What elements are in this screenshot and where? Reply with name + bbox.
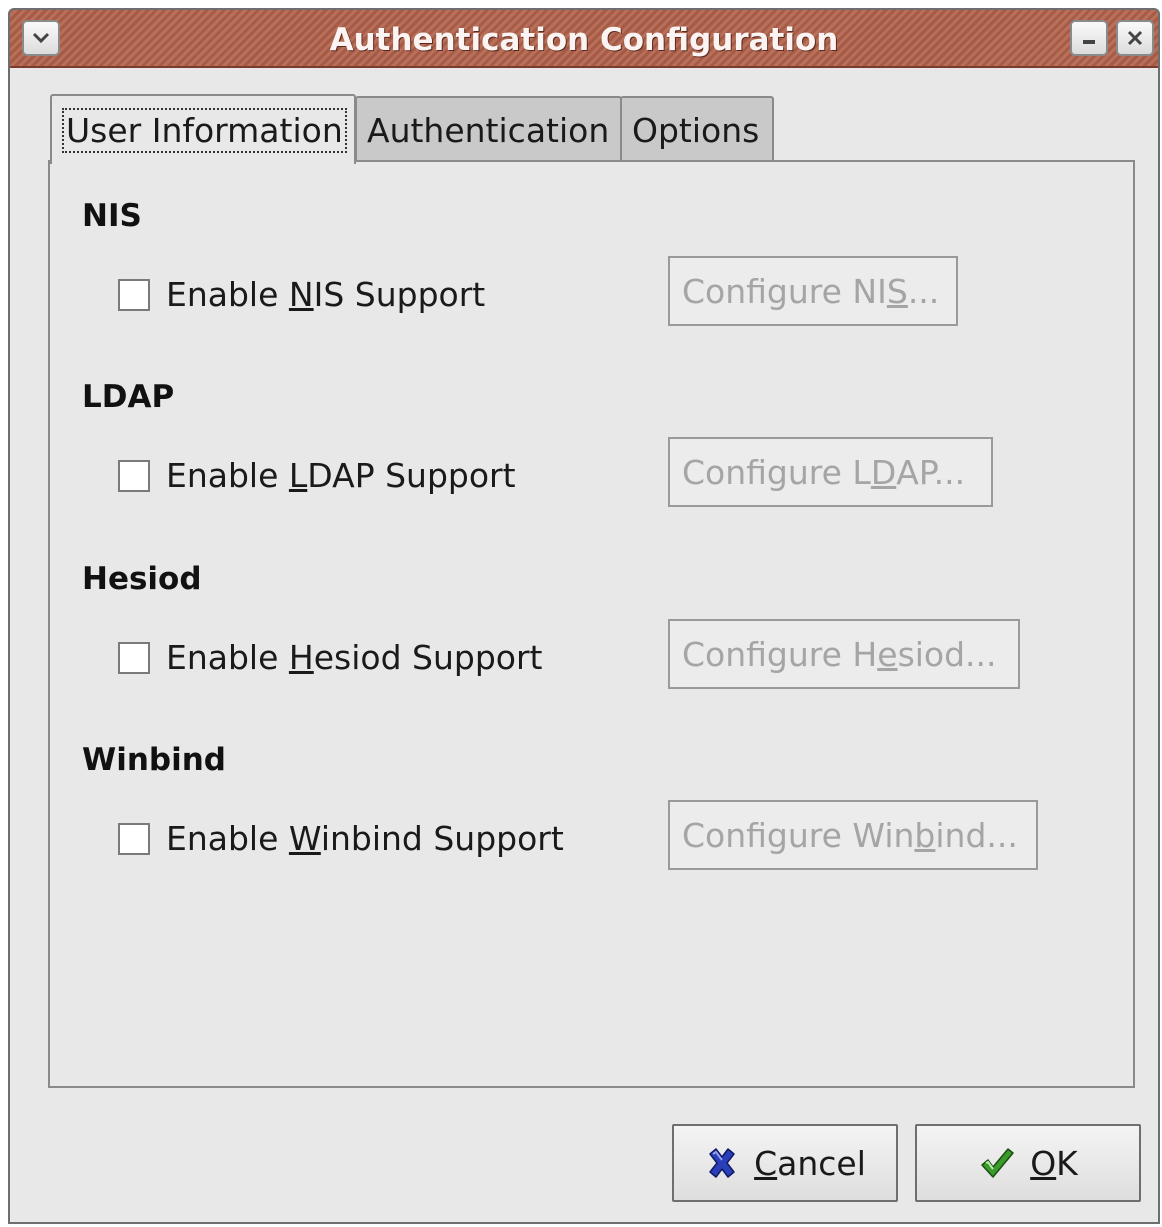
chevron-down-icon bbox=[32, 32, 50, 44]
enable-ldap-checkbox[interactable] bbox=[118, 459, 150, 492]
configure-nis-button[interactable]: Configure NI S... bbox=[668, 256, 958, 326]
enable-hesiod-checkbox[interactable] bbox=[118, 641, 150, 674]
enable-nis-checkbox-row[interactable]: Enable NIS Support bbox=[118, 275, 485, 314]
ok-button[interactable]: OK bbox=[915, 1124, 1141, 1202]
enable-hesiod-checkbox-row[interactable]: Enable Hesiod Support bbox=[118, 638, 542, 677]
tab-user-information[interactable]: User Information bbox=[50, 94, 356, 164]
section-title-winbind: Winbind bbox=[82, 742, 226, 778]
enable-nis-checkbox[interactable] bbox=[118, 278, 150, 311]
tab-options[interactable]: Options bbox=[620, 96, 774, 162]
configure-hesiod-button[interactable]: Configure He siod... bbox=[668, 619, 1020, 689]
enable-winbind-label[interactable]: Enable Winbind Support bbox=[166, 819, 564, 858]
title-bar[interactable]: Authentication Configuration bbox=[10, 10, 1158, 68]
enable-hesiod-label[interactable]: Enable Hesiod Support bbox=[166, 638, 542, 677]
enable-winbind-checkbox[interactable] bbox=[118, 822, 150, 855]
configure-ldap-button[interactable]: Configure L D AP... bbox=[668, 437, 993, 507]
cancel-button[interactable]: Cancel bbox=[672, 1124, 898, 1202]
checkmark-icon bbox=[981, 1148, 1014, 1178]
tab-label: Options bbox=[632, 110, 760, 150]
minimize-icon bbox=[1083, 40, 1095, 44]
configure-winbind-button[interactable]: Configure Win b ind... bbox=[668, 800, 1038, 870]
section-title-nis: NIS bbox=[82, 198, 142, 234]
section-title-ldap: LDAP bbox=[82, 379, 175, 415]
ok-label: OK bbox=[1030, 1143, 1078, 1183]
minimize-button[interactable] bbox=[1070, 20, 1108, 56]
tab-authentication[interactable]: Authentication bbox=[355, 96, 622, 162]
window-title: Authentication Configuration bbox=[329, 22, 839, 58]
tab-label: Authentication bbox=[367, 110, 610, 150]
close-button[interactable] bbox=[1116, 20, 1154, 56]
user-information-panel: NIS Enable NIS Support Configure NI S... … bbox=[48, 160, 1135, 1088]
window-menu-button[interactable] bbox=[22, 20, 60, 56]
section-title-hesiod: Hesiod bbox=[82, 561, 202, 597]
enable-nis-label[interactable]: Enable NIS Support bbox=[166, 275, 485, 314]
cancel-label: Cancel bbox=[754, 1143, 866, 1183]
close-icon bbox=[1127, 30, 1143, 46]
enable-winbind-checkbox-row[interactable]: Enable Winbind Support bbox=[118, 819, 564, 858]
auth-config-window: Authentication Configuration User Inform… bbox=[8, 8, 1160, 1224]
enable-ldap-label[interactable]: Enable LDAP Support bbox=[166, 456, 516, 495]
cancel-x-icon bbox=[709, 1148, 735, 1178]
enable-ldap-checkbox-row[interactable]: Enable LDAP Support bbox=[118, 456, 516, 495]
tab-label: User Information bbox=[62, 107, 347, 153]
